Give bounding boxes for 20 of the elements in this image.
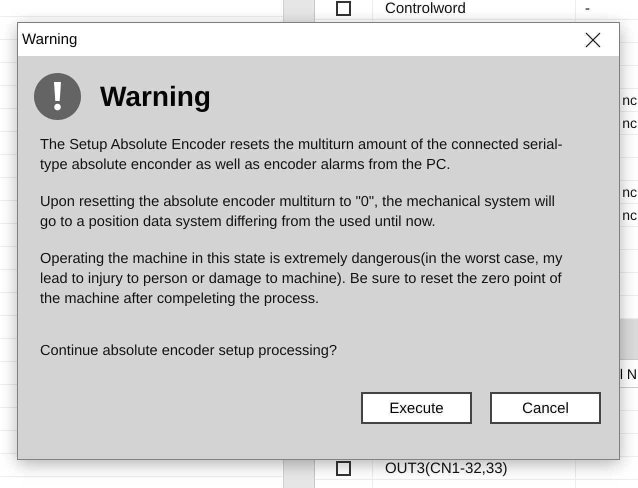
- column-header: l N: [620, 366, 637, 382]
- message-text: The Setup Absolute Encoder resets the multiturn amount of the connected serial-type absolute enconder as well as encoder alarms from the PC.: [40, 136, 564, 175]
- table-cell: nc: [622, 92, 637, 108]
- checkbox[interactable]: [336, 0, 351, 16]
- table-cell: -: [585, 0, 590, 16]
- table-cell: nc: [622, 207, 637, 223]
- execute-button[interactable]: Execute: [361, 392, 472, 424]
- table-cell: Controlword: [385, 0, 466, 16]
- table-cell: nc: [622, 115, 637, 131]
- window-title: Warning: [22, 31, 78, 48]
- exclamation-icon: [34, 73, 81, 120]
- message-text: Upon resetting the absolute encoder multiturn to "0", the mechanical system will go to a position data system differing from the used until now.: [40, 193, 556, 232]
- close-icon[interactable]: [585, 32, 601, 48]
- dialog-heading: Warning: [100, 80, 211, 112]
- question-text: Continue absolute encoder setup processing?: [40, 342, 338, 361]
- checkbox[interactable]: [336, 460, 351, 476]
- table-cell: nc: [622, 184, 637, 200]
- cancel-button[interactable]: Cancel: [490, 392, 601, 424]
- table-cell: OUT3(CN1-32,33): [385, 460, 508, 476]
- message-text: Operating the machine in this state is extremely dangerous(in the worst case, my lead to injury to person or damage to machine). Be sure to reset the zero point of the machine after compeleting the process.: [40, 250, 564, 309]
